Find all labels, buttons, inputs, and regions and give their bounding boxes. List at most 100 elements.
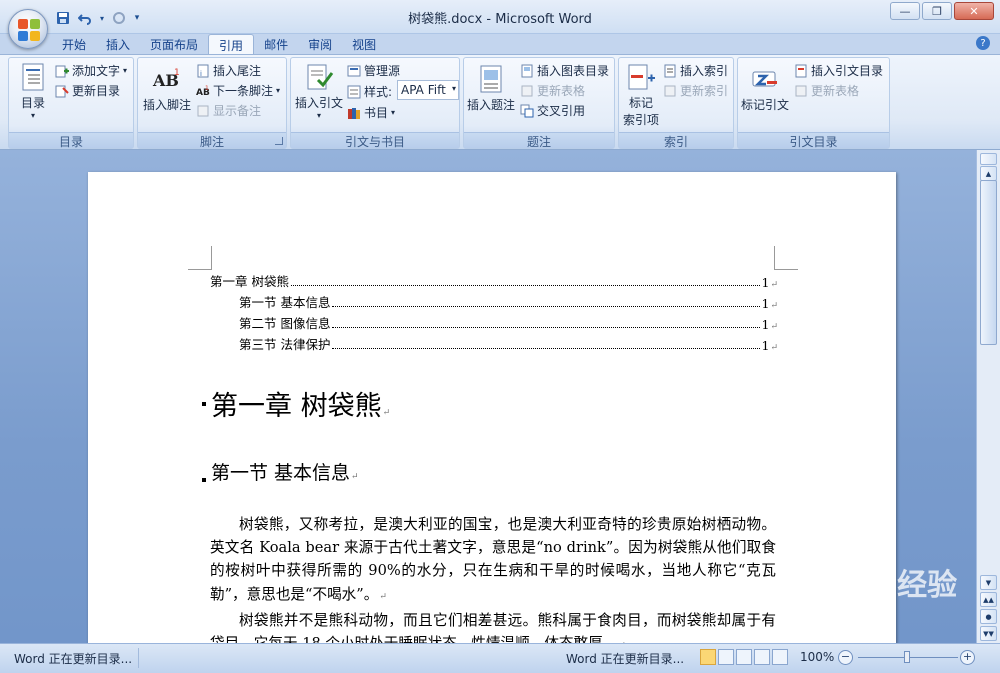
- tab-home[interactable]: 开始: [52, 34, 96, 54]
- restore-button[interactable]: ❐: [922, 2, 952, 20]
- tab-references[interactable]: 引用: [208, 34, 255, 54]
- citation-style-dropdown[interactable]: APA Fift ▾: [397, 80, 459, 100]
- update-table-icon: [520, 84, 534, 98]
- footnote-dialog-launcher[interactable]: [275, 137, 283, 145]
- insert-endnote-button[interactable]: i 插入尾注: [196, 62, 261, 79]
- insert-caption-icon: [476, 64, 506, 94]
- office-button[interactable]: [8, 9, 48, 49]
- crop-mark-top-right: [774, 246, 798, 270]
- group-label-captions: 题注: [464, 132, 614, 149]
- status-bar: Word 正在更新目录... Word 正在更新目录... 100% − +: [0, 643, 1000, 673]
- manage-sources-button[interactable]: 管理源: [347, 62, 400, 79]
- tab-mailings[interactable]: 邮件: [254, 34, 298, 54]
- group-captions: 插入题注 插入图表目录 更新表格 交叉引用 题注: [463, 57, 615, 149]
- bibliography-button[interactable]: 书目 ▾: [347, 104, 395, 121]
- toc-entry[interactable]: 第二节 图像信息 1 ↵: [239, 316, 778, 332]
- zoom-thumb[interactable]: [904, 651, 910, 663]
- tab-view[interactable]: 视图: [342, 34, 386, 54]
- update-authorities-button[interactable]: 更新表格: [794, 82, 859, 99]
- cross-reference-button[interactable]: 交叉引用: [520, 102, 585, 119]
- body-text[interactable]: 树袋熊，又称考拉，是澳大利亚的国宝，也是澳大利亚奇特的珍贵原始树栖动物。英文名 …: [210, 513, 776, 643]
- paragraph: 树袋熊并不是熊科动物，而且它们相差甚远。熊科属于食肉目，而树袋熊却属于有袋目，它…: [210, 611, 776, 643]
- group-index: 标记 索引项 插入索引 更新索引 索引: [618, 57, 734, 149]
- tab-insert[interactable]: 插入: [96, 34, 140, 54]
- toc-entry[interactable]: 第一章 树袋熊 1 ↵: [210, 274, 778, 290]
- group-footnotes: AB 1 插入脚注 i 插入尾注 AB 1 下一条脚注 ▾ 显示备注 脚注: [137, 57, 287, 149]
- show-notes-button[interactable]: 显示备注: [196, 102, 261, 119]
- window-title: 树袋熊.docx - Microsoft Word: [408, 12, 592, 27]
- draft-view-icon[interactable]: [772, 649, 788, 665]
- close-button[interactable]: ✕: [954, 2, 994, 20]
- chevron-down-icon: ▾: [30, 111, 35, 120]
- insert-citation-button[interactable]: 插入引文 ▾: [293, 62, 345, 120]
- group-label-footnotes: 脚注: [138, 132, 286, 149]
- bibliography-icon: [347, 106, 361, 120]
- update-authorities-icon: [794, 84, 808, 98]
- view-buttons: [700, 649, 788, 665]
- web-layout-view-icon[interactable]: [736, 649, 752, 665]
- group-label-citations: 引文与书目: [291, 132, 459, 149]
- group-label-toc: 目录: [9, 132, 133, 149]
- update-index-button[interactable]: 更新索引: [663, 82, 728, 99]
- insert-table-of-figures-button[interactable]: 插入图表目录: [520, 62, 609, 79]
- print-layout-view-icon[interactable]: [700, 649, 716, 665]
- style-icon: [347, 85, 361, 99]
- zoom-out-button[interactable]: −: [838, 650, 853, 665]
- toc-entry[interactable]: 第三节 法律保护 1 ↵: [239, 337, 778, 353]
- footnote-icon: AB 1: [152, 64, 182, 94]
- group-label-index: 索引: [619, 132, 733, 149]
- manage-sources-icon: [347, 64, 361, 78]
- document-page[interactable]: 第一章 树袋熊 1 ↵ 第一节 基本信息 1 ↵ 第二节 图像信息 1 ↵ 第三节 法…: [88, 172, 896, 643]
- insert-index-button[interactable]: 插入索引: [663, 62, 728, 79]
- table-of-figures-icon: [520, 64, 534, 78]
- heading-2[interactable]: 第一节 基本信息↵: [211, 458, 359, 485]
- help-icon[interactable]: ?: [976, 36, 990, 50]
- cross-reference-icon: [520, 104, 534, 118]
- toc-button[interactable]: 目录 ▾: [13, 62, 53, 120]
- vertical-scrollbar[interactable]: ▲ ▼ ▲▲ ● ▼▼: [976, 150, 1000, 643]
- insert-table-of-authorities-button[interactable]: 插入引文目录: [794, 62, 883, 79]
- group-toc: 目录 ▾ 添加文字 ▾ 更新目录 目录: [8, 57, 134, 149]
- full-screen-reading-view-icon[interactable]: [718, 649, 734, 665]
- minimize-button[interactable]: —: [890, 2, 920, 20]
- insert-caption-button[interactable]: 插入题注: [464, 64, 518, 113]
- table-of-authorities-icon: [794, 64, 808, 78]
- heading-1[interactable]: 第一章 树袋熊↵: [211, 384, 390, 423]
- next-footnote-button[interactable]: AB 1 下一条脚注 ▾: [196, 82, 280, 99]
- mark-citation-icon: [750, 64, 780, 94]
- title-bar: ▾ ▾ 树袋熊.docx - Microsoft Word — ❐ ✕: [0, 0, 1000, 34]
- insert-index-icon: [663, 64, 677, 78]
- add-text-button[interactable]: 添加文字 ▾: [55, 62, 127, 79]
- scroll-down-arrow[interactable]: ▼: [980, 575, 997, 590]
- insert-footnote-button[interactable]: AB 1 插入脚注: [140, 64, 194, 113]
- browse-object-icon[interactable]: ●: [980, 609, 997, 624]
- scroll-thumb[interactable]: [980, 180, 997, 345]
- mark-entry-button[interactable]: 标记 索引项: [619, 62, 663, 128]
- mark-entry-icon: [626, 62, 656, 92]
- ribbon: 目录 ▾ 添加文字 ▾ 更新目录 目录 AB 1 插入脚注 i 插入尾注 AB 1 下…: [0, 54, 1000, 150]
- update-toc-button[interactable]: 更新目录: [55, 82, 120, 99]
- tab-page-layout[interactable]: 页面布局: [140, 34, 208, 54]
- chevron-down-icon: ▾: [451, 84, 456, 93]
- zoom-in-button[interactable]: +: [960, 650, 975, 665]
- zoom-slider[interactable]: − +: [838, 649, 978, 667]
- toc-entry[interactable]: 第一节 基本信息 1 ↵: [239, 295, 778, 311]
- tab-review[interactable]: 审阅: [298, 34, 342, 54]
- ruler-toggle-icon[interactable]: [980, 153, 997, 165]
- scroll-up-arrow[interactable]: ▲: [980, 166, 997, 181]
- update-table-button[interactable]: 更新表格: [520, 82, 585, 99]
- mark-citation-button[interactable]: 标记引文: [738, 64, 792, 113]
- add-text-icon: [55, 64, 69, 78]
- zoom-level[interactable]: 100%: [800, 650, 834, 664]
- heading-bullet: [202, 478, 206, 482]
- group-label-authorities: 引文目录: [738, 132, 889, 149]
- svg-text:1: 1: [205, 85, 209, 92]
- next-page-icon[interactable]: ▼▼: [980, 626, 997, 641]
- office-logo-icon: [18, 19, 40, 41]
- outline-view-icon[interactable]: [754, 649, 770, 665]
- paragraph: 树袋熊，又称考拉，是澳大利亚的国宝，也是澳大利亚奇特的珍贵原始树栖动物。英文名 …: [210, 516, 776, 603]
- previous-page-icon[interactable]: ▲▲: [980, 592, 997, 607]
- heading-bullet: [202, 402, 206, 406]
- document-area: 第一章 树袋熊 1 ↵ 第一节 基本信息 1 ↵ 第二节 图像信息 1 ↵ 第三节 法…: [0, 150, 976, 643]
- chevron-down-icon: ▾: [316, 111, 321, 120]
